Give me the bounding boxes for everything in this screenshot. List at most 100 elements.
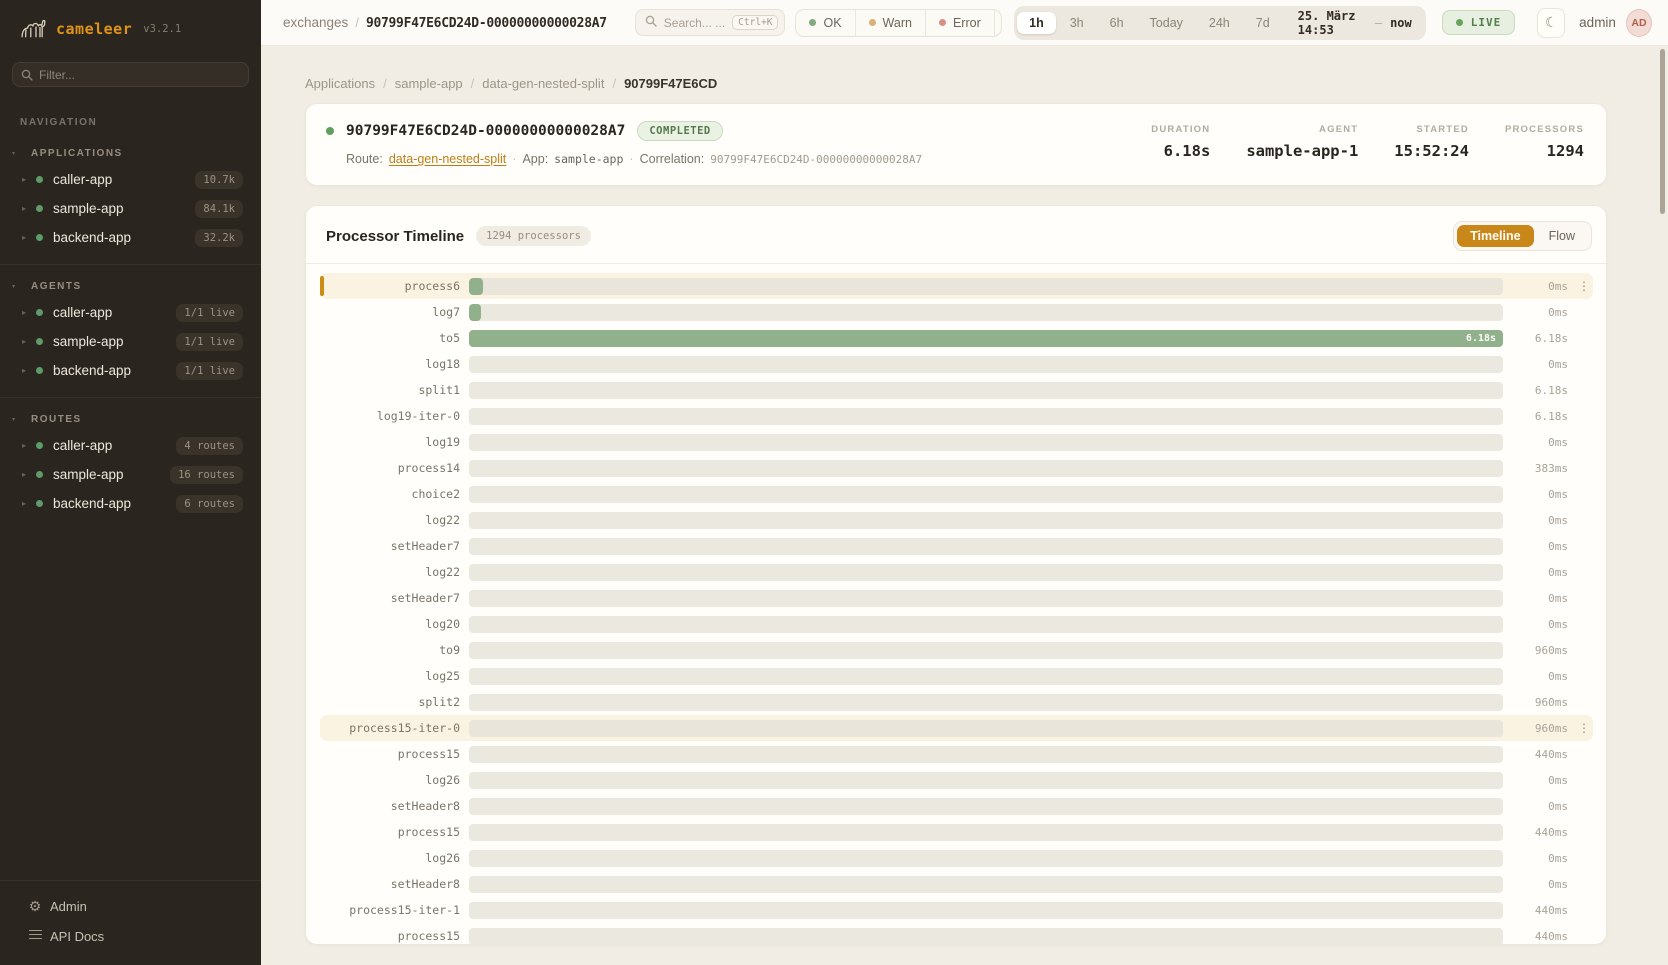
range-end-time: now [1390,16,1412,30]
sidebar-item-caller-app[interactable]: ▸caller-app10.7k [0,165,261,194]
processor-count-badge: 1294 processors [476,226,591,246]
view-button-timeline[interactable]: Timeline [1457,225,1533,247]
row-duration: 440ms [1512,904,1568,917]
row-duration: 6.18s [1512,384,1568,397]
view-button-flow[interactable]: Flow [1536,225,1588,247]
search-placeholder: Search... ... [664,16,725,30]
footer-item-api-docs[interactable]: API Docs [8,921,253,951]
timeline-row-log26[interactable]: log260ms⋮ [320,845,1593,871]
timeline-row-to9[interactable]: to9960ms⋮ [320,637,1593,663]
timeline-rows: process60ms⋮log70ms⋮to56.18s6.18s⋮log180… [306,264,1606,945]
timeline-row-process15[interactable]: process15440ms⋮ [320,741,1593,767]
chevron-right-icon: ▸ [22,308,36,317]
timeline-row-split1[interactable]: split16.18s⋮ [320,377,1593,403]
timeline-track [469,460,1503,477]
section-header[interactable]: ▾APPLICATIONS [0,144,261,165]
row-duration: 0ms [1512,566,1568,579]
breadcrumb-part[interactable]: Applications [305,76,375,91]
status-filter-group: OKWarnError [795,9,1002,37]
timeline-row-log18[interactable]: log180ms⋮ [320,351,1593,377]
timeline-row-split2[interactable]: split2960ms⋮ [320,689,1593,715]
timeline-row-log20[interactable]: log200ms⋮ [320,611,1593,637]
sidebar-item-caller-app[interactable]: ▸caller-app1/1 live [0,298,261,327]
timeline-row-process15[interactable]: process15440ms⋮ [320,923,1593,945]
status-filter-warn[interactable]: Warn [855,10,925,36]
sidebar-item-sample-app[interactable]: ▸sample-app16 routes [0,460,261,489]
timeline-row-setHeader7[interactable]: setHeader70ms⋮ [320,533,1593,559]
sidebar-item-badge: 1/1 live [176,333,243,351]
row-duration: 0ms [1512,878,1568,891]
timeline-row-log22[interactable]: log220ms⋮ [320,559,1593,585]
route-link[interactable]: data-gen-nested-split [389,152,506,166]
timeline-row-log19-iter-0[interactable]: log19-iter-06.18s⋮ [320,403,1593,429]
row-duration: 960ms [1512,644,1568,657]
timeline-track [469,564,1503,581]
timeline-row-log26[interactable]: log260ms⋮ [320,767,1593,793]
status-filter-ok[interactable]: OK [796,10,854,36]
timeline-row-process15-iter-1[interactable]: process15-iter-1440ms⋮ [320,897,1593,923]
search-icon [645,14,657,32]
sidebar-item-sample-app[interactable]: ▸sample-app84.1k [0,194,261,223]
sidebar-item-label: caller-app [53,438,176,453]
timeline-track [469,876,1503,893]
row-duration: 440ms [1512,826,1568,839]
timeline-row-setHeader7[interactable]: setHeader70ms⋮ [320,585,1593,611]
breadcrumb-part[interactable]: sample-app [395,76,463,91]
sidebar-item-caller-app[interactable]: ▸caller-app4 routes [0,431,261,460]
row-duration: 6.18s [1512,332,1568,345]
sidebar-filter [12,62,249,87]
status-filter-error[interactable]: Error [925,10,994,36]
sidebar-item-sample-app[interactable]: ▸sample-app1/1 live [0,327,261,356]
app-logo[interactable]: cameleer v3.2.1 [0,0,261,54]
timeline-row-log19[interactable]: log190ms⋮ [320,429,1593,455]
timeline-row-to5[interactable]: to56.18s6.18s⋮ [320,325,1593,351]
sidebar-item-label: caller-app [53,172,195,187]
sidebar-item-backend-app[interactable]: ▸backend-app1/1 live [0,356,261,385]
timeline-row-setHeader8[interactable]: setHeader80ms⋮ [320,871,1593,897]
sidebar-item-backend-app[interactable]: ▸backend-app32.2k [0,223,261,252]
dark-mode-toggle[interactable]: ☾ [1537,8,1565,38]
sidebar-item-badge: 6 routes [176,495,243,513]
footer-item-admin[interactable]: ⚙Admin [8,891,253,921]
scrollbar[interactable] [1660,49,1665,214]
global-search[interactable]: Search... ... Ctrl+K [635,9,786,36]
timeline-row-process6[interactable]: process60ms⋮ [320,273,1593,299]
live-toggle[interactable]: LIVE [1442,10,1516,35]
breadcrumb-part[interactable]: data-gen-nested-split [482,76,604,91]
timeline-row-log7[interactable]: log70ms⋮ [320,299,1593,325]
menu-icon [20,927,50,945]
timeline-row-process15[interactable]: process15440ms⋮ [320,819,1593,845]
sidebar-item-badge: 16 routes [170,466,243,484]
filter-input[interactable] [12,62,249,87]
sidebar-item-badge: 10.7k [195,171,243,189]
section-header[interactable]: ▾AGENTS [0,277,261,298]
breadcrumb-separator: / [355,15,359,30]
stat-label: AGENT [1246,124,1358,135]
timeline-row-log25[interactable]: log250ms⋮ [320,663,1593,689]
menu-icon-lines [29,927,42,942]
timeline-row-process14[interactable]: process14383ms⋮ [320,455,1593,481]
sidebar-item-backend-app[interactable]: ▸backend-app6 routes [0,489,261,518]
range-button-1h[interactable]: 1h [1017,12,1056,34]
timeline-row-process15-iter-0[interactable]: process15-iter-0960ms⋮ [320,715,1593,741]
timeline-row-choice2[interactable]: choice20ms⋮ [320,481,1593,507]
kebab-menu-icon[interactable]: ⋮ [1577,279,1591,293]
stat-agent: AGENTsample-app-1 [1246,124,1358,160]
row-duration: 960ms [1512,696,1568,709]
timeline-row-log22[interactable]: log220ms⋮ [320,507,1593,533]
kebab-menu-icon[interactable]: ⋮ [1577,721,1591,735]
range-button-6h[interactable]: 6h [1098,12,1136,34]
status-filter-extra[interactable] [994,10,1002,36]
exchange-status-dot [326,127,334,135]
range-button-today[interactable]: Today [1138,12,1195,34]
section-header[interactable]: ▾ROUTES [0,410,261,431]
breadcrumb-exchanges-link[interactable]: exchanges [283,15,348,30]
avatar[interactable]: AD [1626,9,1652,37]
row-duration: 0ms [1512,670,1568,683]
range-button-24h[interactable]: 24h [1197,12,1242,34]
sidebar-item-badge: 84.1k [195,200,243,218]
range-button-3h[interactable]: 3h [1058,12,1096,34]
range-button-7d[interactable]: 7d [1244,12,1282,34]
timeline-row-setHeader8[interactable]: setHeader80ms⋮ [320,793,1593,819]
row-duration: 0ms [1512,852,1568,865]
